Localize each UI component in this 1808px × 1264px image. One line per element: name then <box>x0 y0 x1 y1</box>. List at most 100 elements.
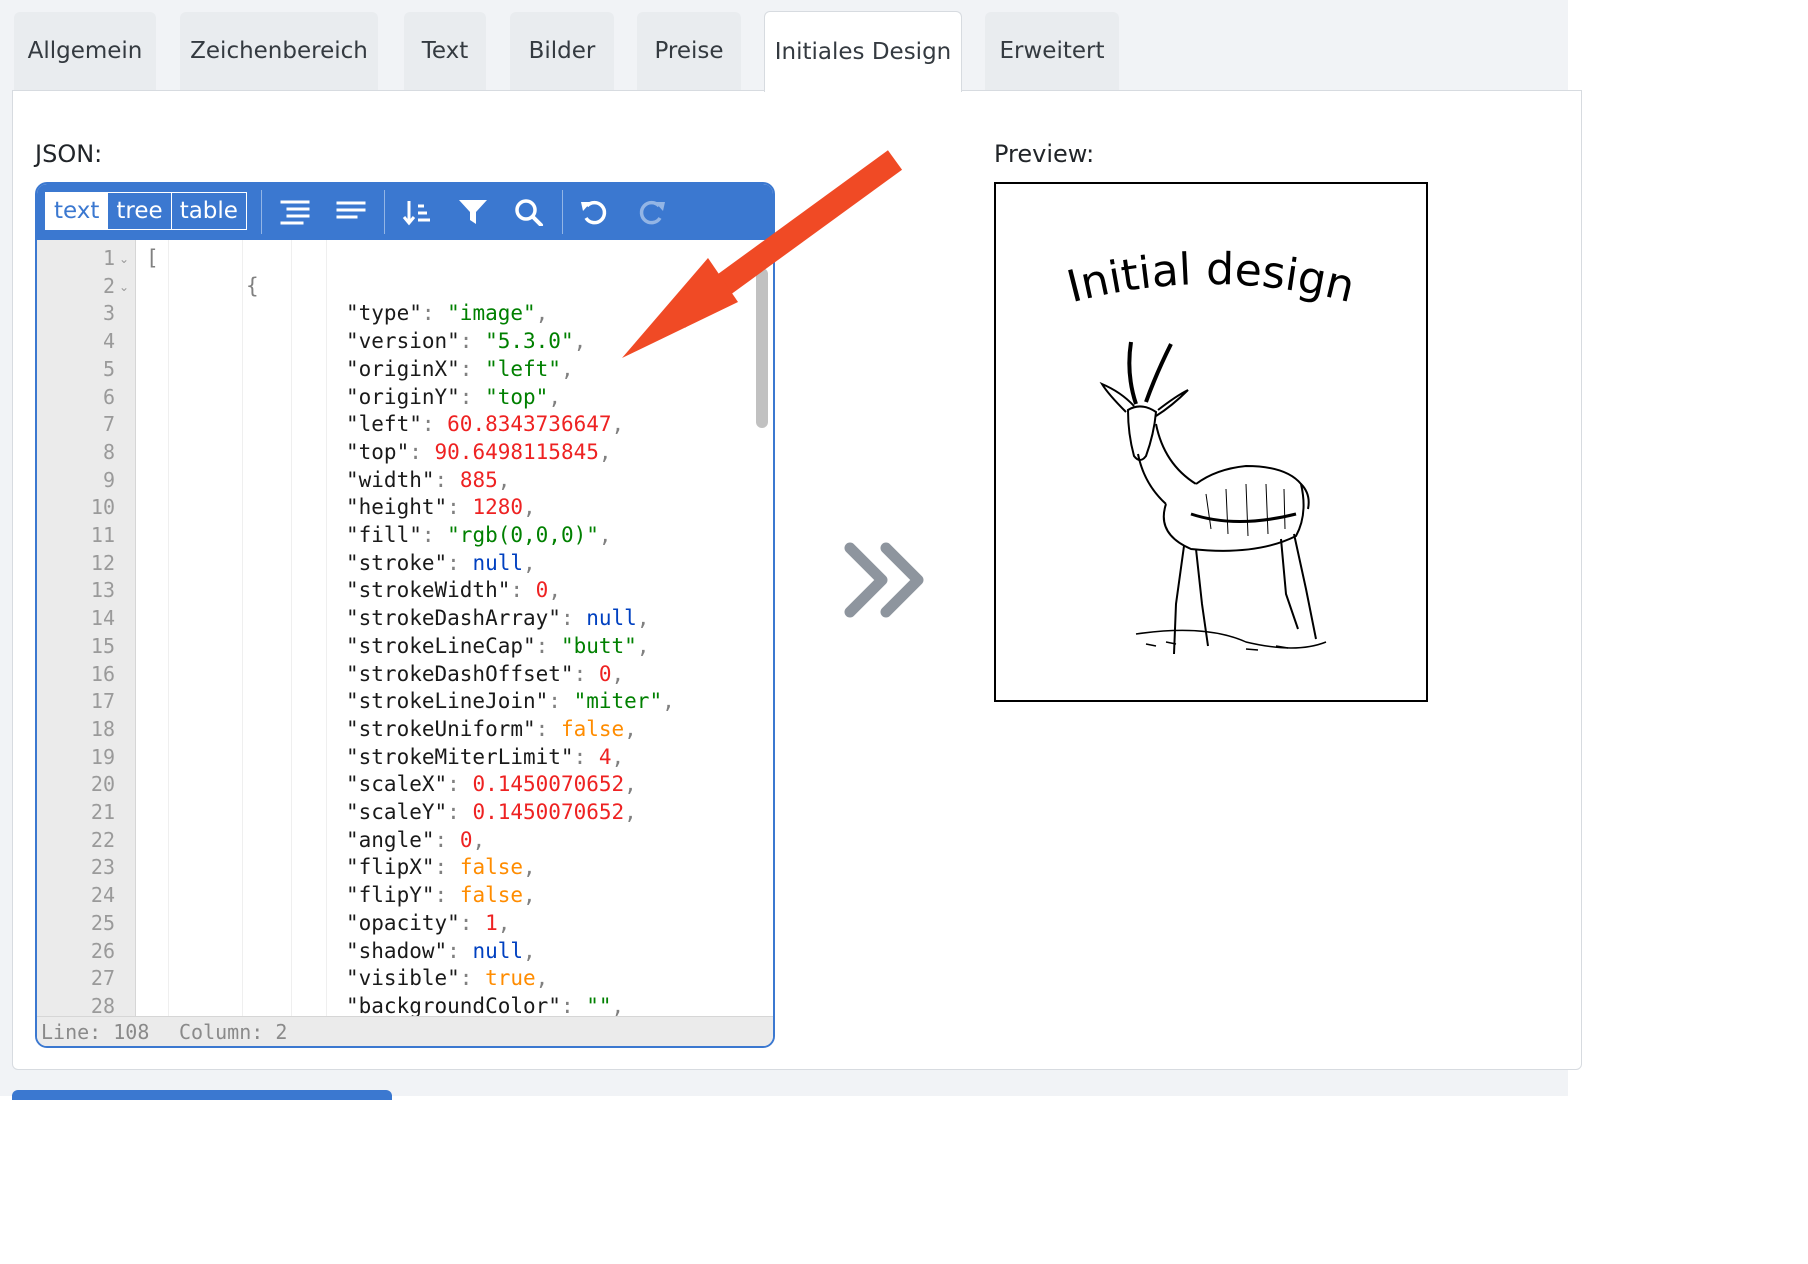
code-token: , <box>662 689 675 714</box>
code-token: : <box>573 744 599 769</box>
indent-guide <box>242 240 243 1016</box>
line-number: 12 <box>90 550 115 575</box>
format-icon[interactable] <box>277 194 313 230</box>
save-button[interactable] <box>12 1090 392 1100</box>
code-token: { <box>246 273 259 298</box>
toolbar-separator <box>562 190 563 234</box>
code-token: "height" <box>346 495 448 520</box>
code-token: 1280 <box>472 495 524 520</box>
tab-text[interactable]: Text <box>404 12 486 90</box>
filter-icon[interactable] <box>455 194 491 230</box>
line-number: 10 <box>90 495 115 520</box>
code-token: "type" <box>346 301 422 326</box>
line-number: 14 <box>90 606 115 631</box>
line-number: 2 <box>102 273 115 298</box>
code-token: , <box>523 855 536 880</box>
fold-chevron-icon[interactable]: ⌄ <box>119 280 131 294</box>
code-token: false <box>459 883 524 908</box>
line-number: 11 <box>90 523 115 547</box>
code-token: , <box>523 495 536 520</box>
tab-initiales-design[interactable]: Initiales Design <box>764 11 962 92</box>
code-token: "strokeUniform" <box>346 716 536 741</box>
line-number: 24 <box>90 883 115 908</box>
code-token: true <box>485 966 536 991</box>
line-number: 1 <box>102 246 115 270</box>
code-token: "" <box>586 993 612 1016</box>
code-token: , <box>624 772 637 797</box>
code-token: "strokeWidth" <box>346 578 511 603</box>
preview-label: Preview: <box>994 140 1095 168</box>
tab-bar: Allgemein Zeichenbereich Text Bilder Pre… <box>0 0 1568 92</box>
code-token: : <box>447 495 473 520</box>
code-token: , <box>548 384 561 409</box>
code-token: , <box>497 467 511 492</box>
indent-guide <box>168 240 169 1016</box>
fold-chevron-icon[interactable]: ⌄ <box>119 252 131 266</box>
code-line: "strokeUniform": false, <box>346 717 637 741</box>
code-token: "flipX" <box>346 855 435 880</box>
code-token: : <box>459 966 486 991</box>
code-line: "strokeLineJoin": "miter", <box>346 689 675 713</box>
code-token: "version" <box>346 329 460 354</box>
search-icon[interactable] <box>511 194 547 230</box>
double-chevron-icon <box>844 542 924 618</box>
code-token: "visible" <box>346 966 460 991</box>
code-token: 60.8343736647 <box>447 412 612 437</box>
tab-preise[interactable]: Preise <box>637 12 741 90</box>
code-token: 0 <box>598 661 612 686</box>
code-line: "strokeDashOffset": 0, <box>346 662 624 686</box>
code-token: false <box>560 716 625 741</box>
line-number: 7 <box>102 412 115 437</box>
code-token: "miter" <box>573 689 663 714</box>
line-number: 23 <box>90 855 115 880</box>
code-token: : <box>459 329 486 354</box>
code-line: "version": "5.3.0", <box>346 329 586 353</box>
tab-allgemein[interactable]: Allgemein <box>14 12 156 90</box>
code-token: , <box>573 329 587 354</box>
code-line: "originX": "left", <box>346 357 574 381</box>
code-token: "top" <box>485 384 549 409</box>
code-line: "strokeDashArray": null, <box>346 606 649 630</box>
line-number: 28 <box>90 993 115 1018</box>
mode-tree-button[interactable]: tree <box>107 193 170 229</box>
code-token: "strokeLineJoin" <box>346 689 549 714</box>
code-token: null <box>472 550 524 575</box>
compact-icon[interactable] <box>333 194 369 230</box>
tab-bilder[interactable]: Bilder <box>510 12 614 90</box>
code-token: : <box>459 910 486 935</box>
line-number: 13 <box>90 578 115 603</box>
line-number: 21 <box>90 800 115 824</box>
indent-guide <box>326 240 327 1016</box>
code-token: 1 <box>485 910 498 935</box>
code-token: , <box>636 633 650 658</box>
code-line: "originY": "top", <box>346 385 561 409</box>
tab-zeichenbereich[interactable]: Zeichenbereich <box>180 12 378 90</box>
line-number: 25 <box>90 910 115 935</box>
code-line: "shadow": null, <box>346 939 536 963</box>
sort-icon[interactable] <box>399 194 435 230</box>
code-token: , <box>523 883 536 908</box>
code-token: , <box>624 716 637 741</box>
line-number: 3 <box>102 301 115 326</box>
code-token: : <box>447 772 473 797</box>
code-token: , <box>598 523 612 547</box>
code-line: "opacity": 1, <box>346 911 510 935</box>
code-token: "originX" <box>346 356 460 381</box>
code-token: : <box>560 993 587 1016</box>
code-token: "left" <box>485 356 561 381</box>
toolbar-separator <box>384 190 385 234</box>
mode-table-button[interactable]: table <box>170 193 246 229</box>
tab-erweitert[interactable]: Erweitert <box>985 12 1119 90</box>
mode-text-button[interactable]: text <box>46 193 108 229</box>
code-token: : <box>548 689 574 714</box>
code-token: : <box>447 938 473 963</box>
code-token: , <box>636 606 650 631</box>
code-token: : <box>434 855 460 880</box>
code-token: false <box>459 855 524 880</box>
code-line: "top": 90.6498115845, <box>346 440 612 464</box>
indent-guide <box>291 240 292 1016</box>
code-token: "top" <box>346 439 410 464</box>
code-token: , <box>548 578 561 603</box>
code-line: "strokeWidth": 0, <box>346 578 561 602</box>
code-token: , <box>535 301 549 326</box>
